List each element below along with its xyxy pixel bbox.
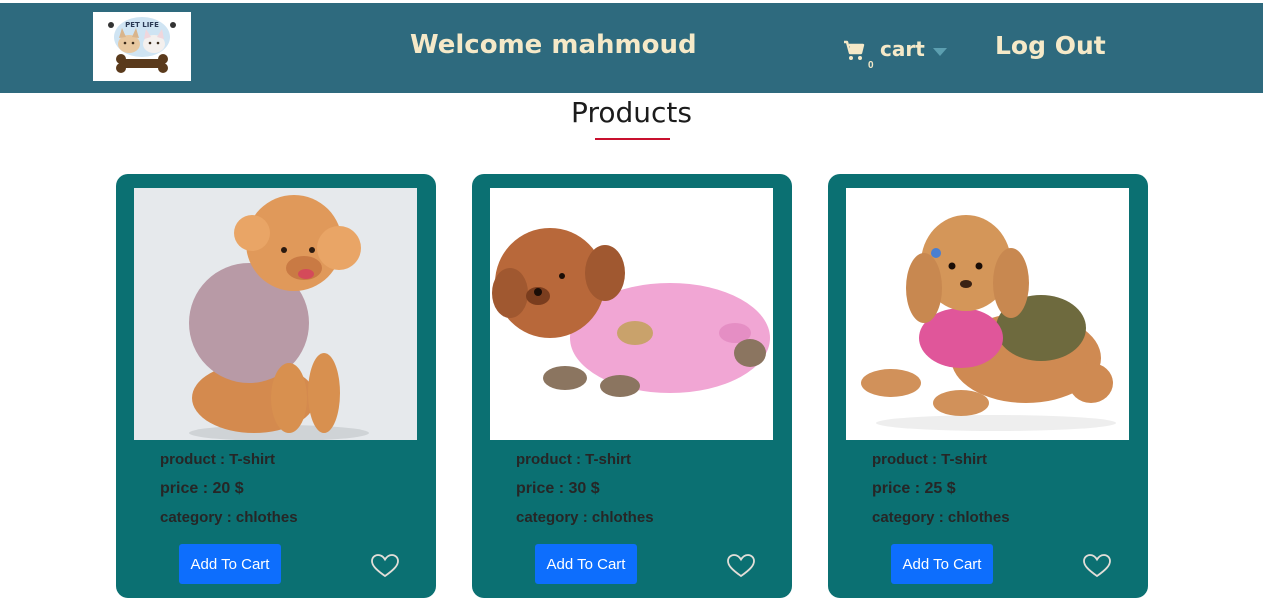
add-to-cart-button[interactable]: Add To Cart — [535, 544, 637, 584]
product-card: product : T-shirt price : 20 $ category … — [116, 174, 436, 598]
product-card: product : T-shirt price : 30 $ category … — [472, 174, 792, 598]
pet-life-logo[interactable]: PET LIFE — [93, 12, 191, 81]
cart-count-badge: 0 — [868, 60, 874, 71]
product-name: product : T-shirt — [872, 451, 987, 468]
product-image — [490, 188, 773, 440]
add-to-cart-button[interactable]: Add To Cart — [891, 544, 993, 584]
product-image — [846, 188, 1129, 440]
product-card: product : T-shirt price : 25 $ category … — [828, 174, 1148, 598]
poodle-in-pink-costume-image — [490, 188, 773, 440]
add-to-cart-button[interactable]: Add To Cart — [179, 544, 281, 584]
product-name: product : T-shirt — [160, 451, 275, 468]
top-navbar: PET LIFE Welcome mahmoud 0 cart Log Out — [0, 3, 1263, 93]
product-category: category : chlothes — [516, 509, 654, 526]
product-category: category : chlothes — [872, 509, 1010, 526]
product-category: category : chlothes — [160, 509, 298, 526]
cart-icon — [844, 40, 865, 60]
heart-outline-icon[interactable] — [727, 554, 755, 578]
title-underline — [595, 138, 670, 140]
heart-outline-icon[interactable] — [1083, 554, 1111, 578]
product-price: price : 30 $ — [516, 480, 600, 497]
logo-text: PET LIFE — [125, 21, 159, 29]
welcome-message: Welcome mahmoud — [410, 30, 697, 60]
poodle-in-dress-image — [846, 188, 1129, 440]
poodle-in-hoodie-image — [134, 188, 417, 440]
product-image — [134, 188, 417, 440]
heart-outline-icon[interactable] — [371, 554, 399, 578]
product-price: price : 20 $ — [160, 480, 244, 497]
product-price: price : 25 $ — [872, 480, 956, 497]
caret-down-icon — [933, 48, 947, 56]
pet-life-logo-graphic: PET LIFE — [108, 17, 176, 73]
page-title: Products — [571, 96, 692, 129]
cart-label: cart — [880, 37, 925, 61]
logout-link[interactable]: Log Out — [995, 31, 1106, 60]
product-name: product : T-shirt — [516, 451, 631, 468]
